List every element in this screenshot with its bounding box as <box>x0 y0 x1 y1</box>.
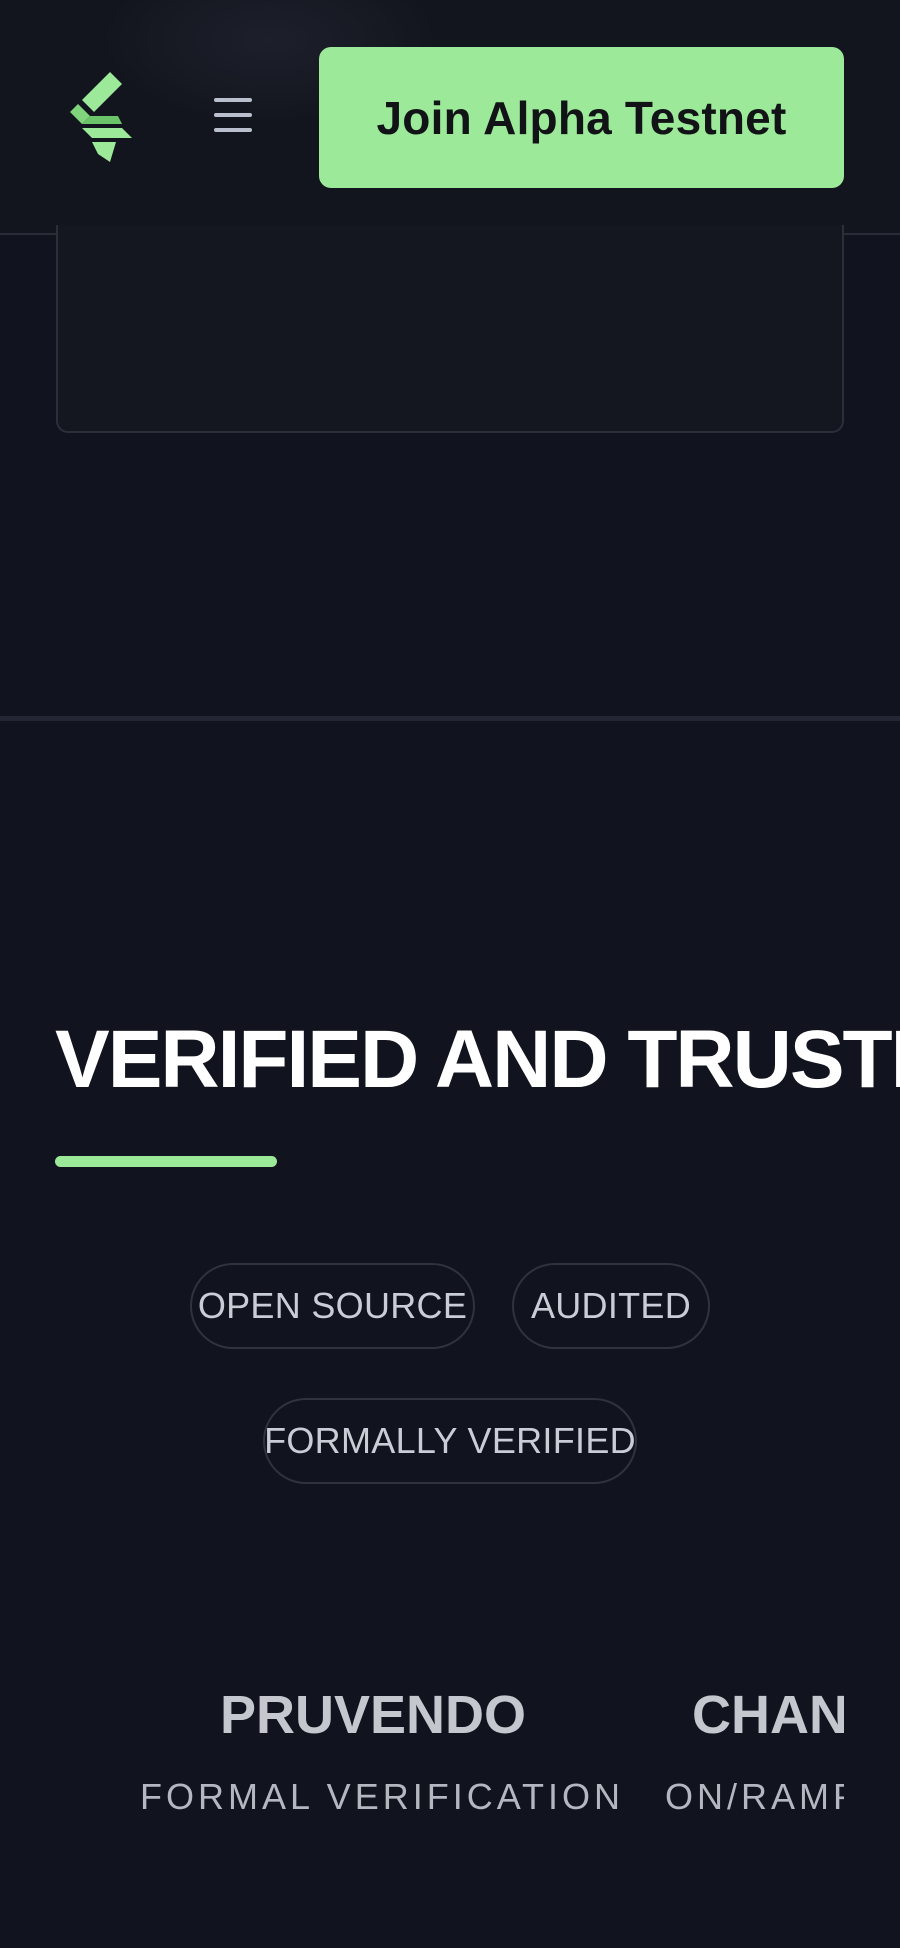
join-alpha-testnet-button[interactable]: Join Alpha Testnet <box>319 47 844 188</box>
page: Join Alpha Testnet VERIFIED AND TRUSTED … <box>0 0 900 1948</box>
partner-card-clipped: CHANG ON/RAMP <box>660 1660 844 1840</box>
partner-subtitle: ON/RAMP <box>665 1776 844 1817</box>
title-underline <box>55 1156 277 1167</box>
menu-bar-top <box>214 98 252 102</box>
partner-name: PRUVENDO <box>220 1685 527 1745</box>
badge-audited: AUDITED <box>512 1263 710 1349</box>
section-title: VERIFIED AND TRUSTED <box>55 1014 900 1105</box>
partner-name: CHANG <box>692 1685 844 1745</box>
menu-bar-bottom <box>214 128 252 132</box>
content-card <box>56 225 844 433</box>
menu-bar-middle <box>214 113 252 117</box>
section-divider <box>0 716 900 721</box>
hamburger-menu-icon[interactable] <box>208 90 258 140</box>
badge-open-source: OPEN SOURCE <box>190 1263 475 1349</box>
top-header: Join Alpha Testnet <box>0 0 900 235</box>
brand-logo-icon[interactable] <box>70 72 132 162</box>
badge-formally-verified: FORMALLY VERIFIED <box>263 1398 637 1484</box>
partner-subtitle: FORMAL VERIFICATION <box>140 1776 625 1817</box>
